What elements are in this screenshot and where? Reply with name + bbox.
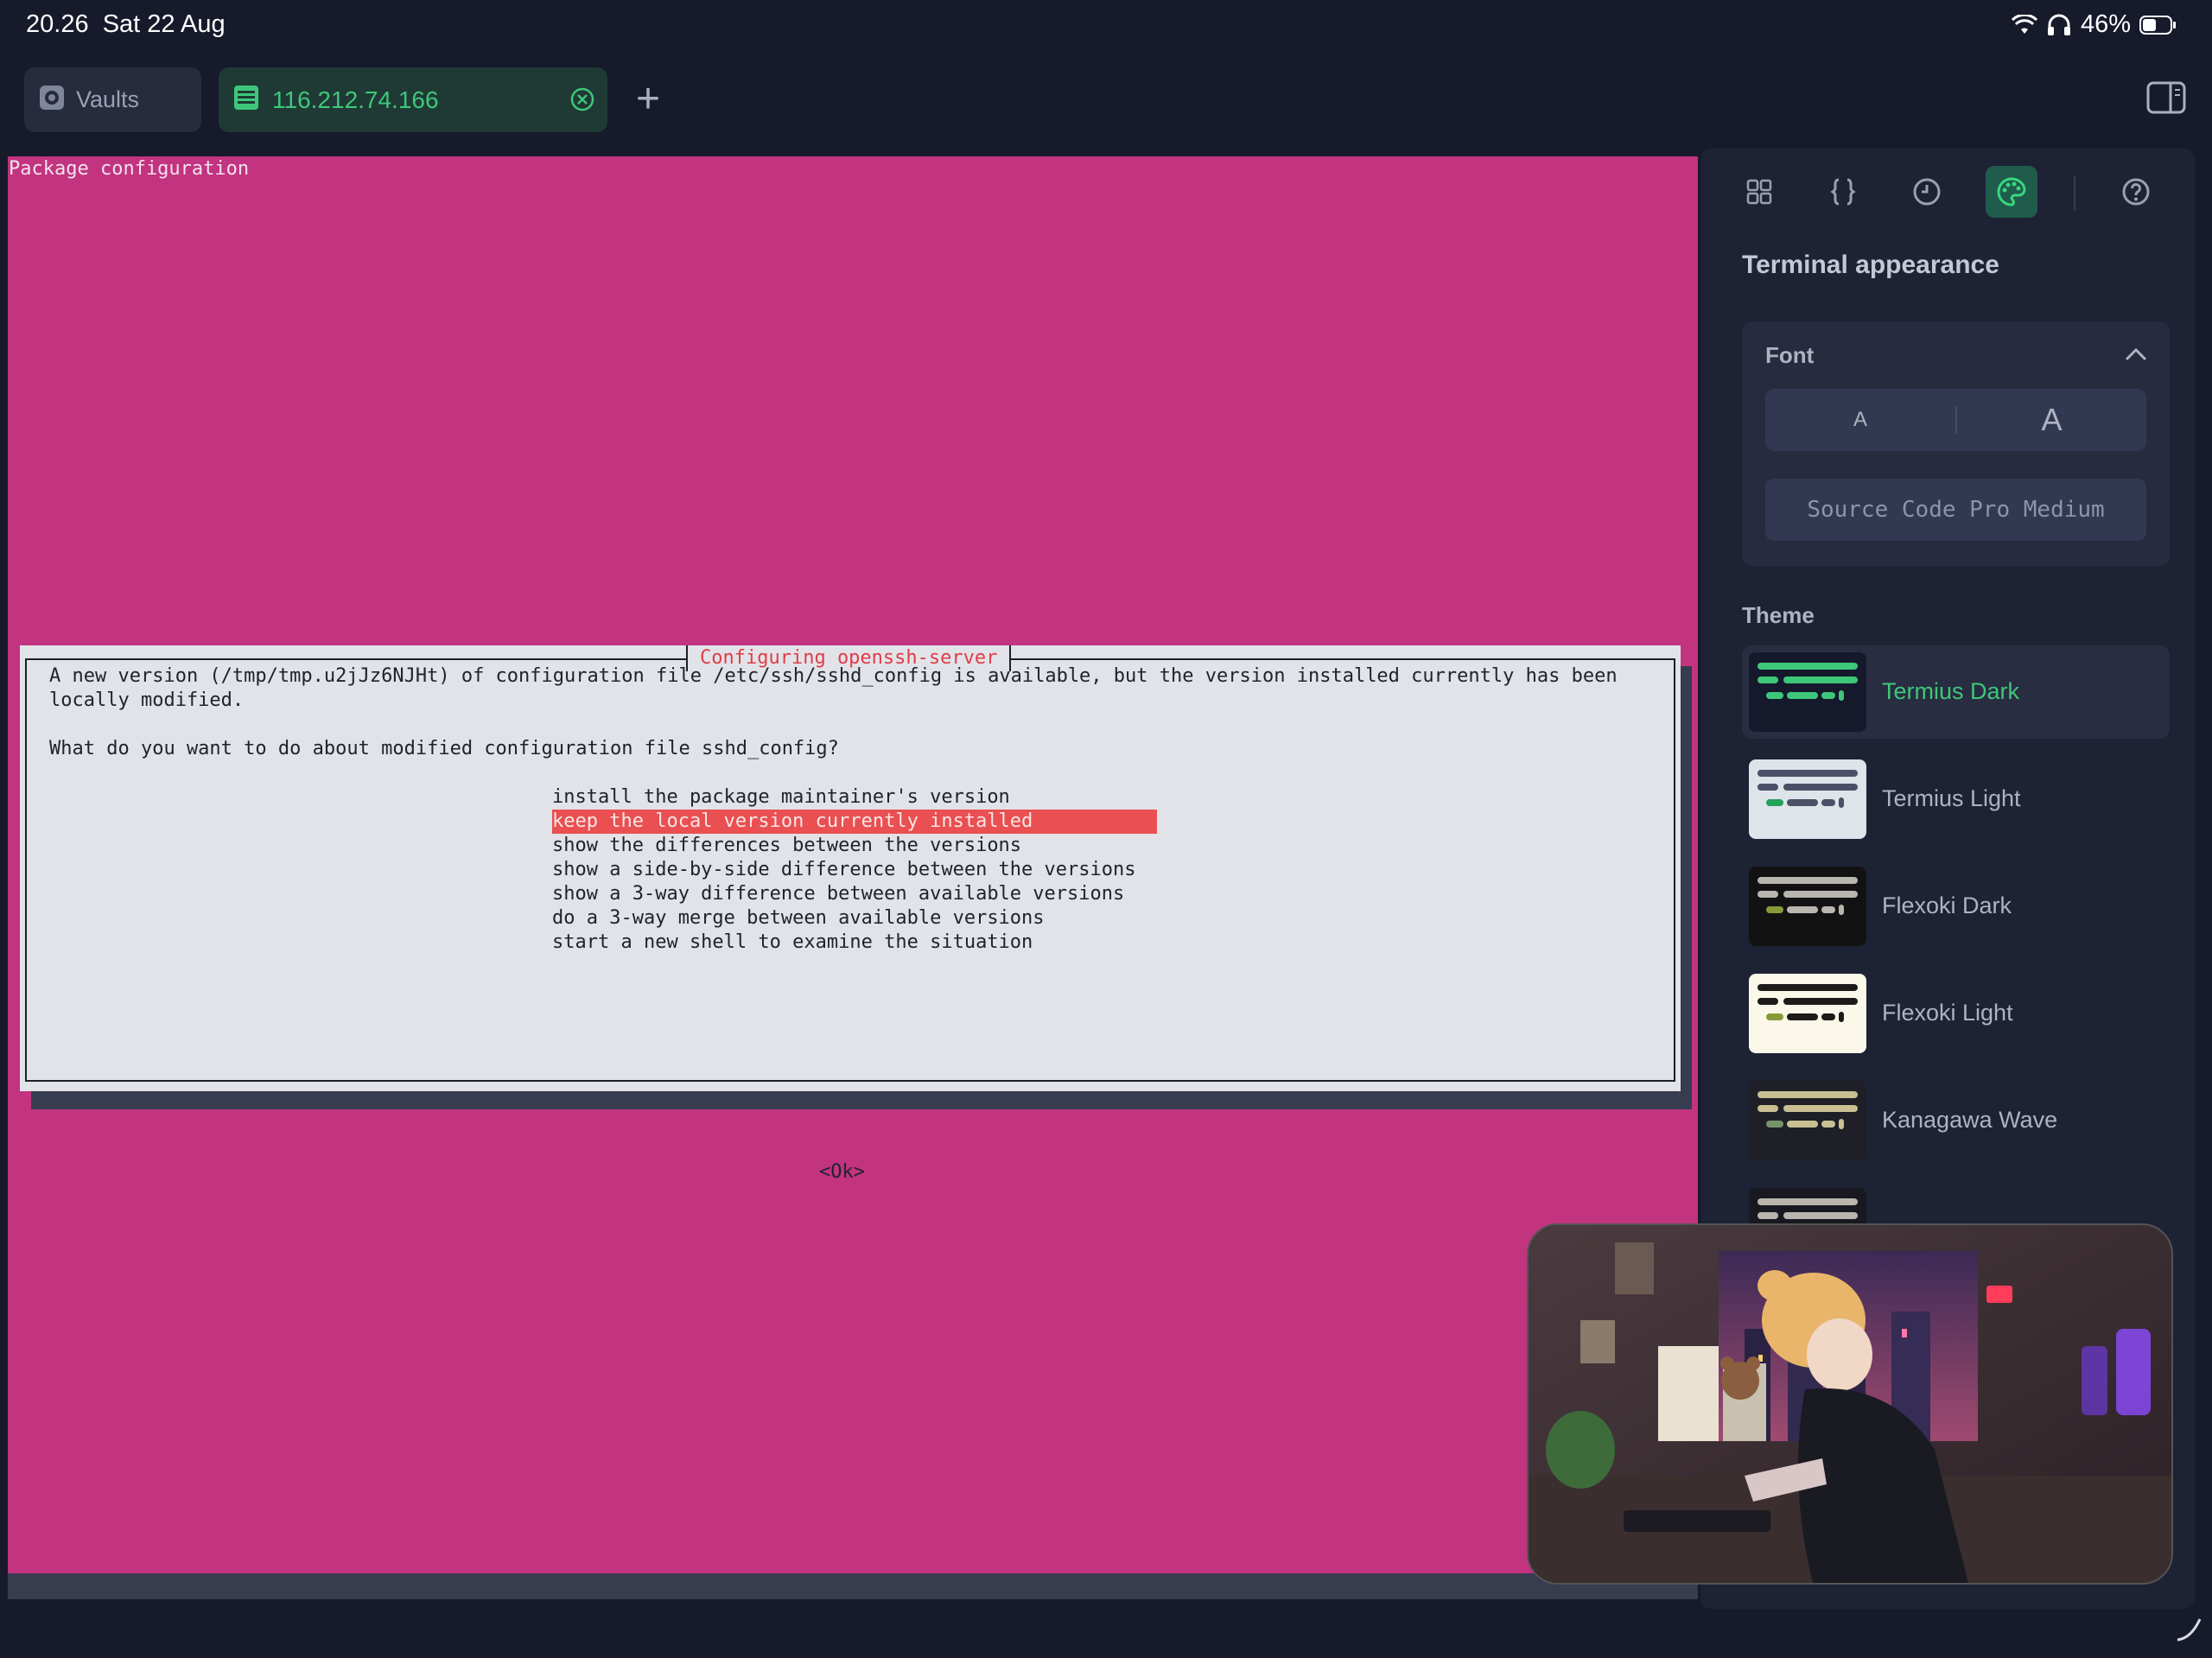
- theme-preview: [1749, 867, 1866, 946]
- tab-vaults[interactable]: Vaults: [24, 67, 201, 132]
- server-icon: [232, 84, 260, 116]
- picture-in-picture-video[interactable]: [1527, 1223, 2173, 1585]
- option-side-by-side[interactable]: show a side-by-side difference between t…: [552, 858, 1136, 882]
- option-new-shell[interactable]: start a new shell to examine the situati…: [552, 931, 1033, 955]
- dialog-message-line2: locally modified.: [49, 689, 245, 711]
- option-install-maintainer[interactable]: install the package maintainer's version: [552, 785, 1010, 810]
- option-3way-merge[interactable]: do a 3-way merge between available versi…: [552, 906, 1045, 931]
- theme-name: Termius Light: [1882, 785, 2021, 811]
- battery-icon: [2139, 15, 2177, 35]
- chevron-up-icon[interactable]: [2125, 347, 2147, 365]
- option-keep-local[interactable]: keep the local version currently install…: [552, 810, 1157, 834]
- snippets-grid-icon[interactable]: [1733, 166, 1785, 218]
- tab-vaults-label: Vaults: [76, 86, 140, 112]
- home-indicator-icon: [2174, 1614, 2203, 1648]
- sidebar-toggle-icon[interactable]: [2146, 81, 2186, 118]
- status-right: 46%: [2011, 10, 2177, 39]
- theme-name: Flexoki Dark: [1882, 893, 2012, 918]
- font-family-selector[interactable]: Source Code Pro Medium: [1765, 479, 2146, 541]
- theme-preview: [1749, 652, 1866, 732]
- theme-section-label: Theme: [1742, 602, 1815, 628]
- theme-preview: [1749, 974, 1866, 1053]
- font-section: Font A A Source Code Pro Medium: [1742, 321, 2170, 566]
- terminal[interactable]: Package configuration Configuring openss…: [8, 156, 1698, 1573]
- status-bar: 20.26 Sat 22 Aug 46%: [0, 0, 2212, 52]
- theme-flexoki-dark[interactable]: Flexoki Dark: [1742, 860, 2170, 953]
- theme-preview: [1749, 1081, 1866, 1160]
- option-show-diff[interactable]: show the differences between the version…: [552, 834, 1021, 858]
- theme-preview: [1749, 1188, 1866, 1224]
- close-tab-icon[interactable]: [569, 86, 595, 117]
- theme-termius-dark[interactable]: Termius Dark: [1742, 645, 2170, 739]
- font-section-label: Font: [1765, 342, 1815, 368]
- history-clock-icon[interactable]: [1901, 166, 1953, 218]
- theme-name: Termius Dark: [1882, 678, 2020, 704]
- add-tab-button[interactable]: +: [631, 78, 665, 121]
- panel-title: Terminal appearance: [1742, 251, 1999, 279]
- tab-host[interactable]: 116.212.74.166: [219, 67, 607, 132]
- theme-termius-light[interactable]: Termius Light: [1742, 753, 2170, 846]
- dialog-question: What do you want to do about modified co…: [49, 738, 839, 759]
- terminal-title: Package configuration: [9, 158, 250, 180]
- font-size-control: A A: [1765, 389, 2146, 451]
- dialog-message-line1: A new version (/tmp/tmp.u2jJz6NJHt) of c…: [49, 665, 1618, 687]
- theme-preview: [1749, 759, 1866, 839]
- battery-percent: 46%: [2080, 10, 2131, 38]
- theme-kanagawa-wave[interactable]: Kanagawa Wave: [1742, 1074, 2170, 1167]
- decrease-font-size-button[interactable]: A: [1765, 389, 1955, 451]
- config-dialog: Configuring openssh-server A new version…: [20, 645, 1681, 1183]
- theme-name: Flexoki Light: [1882, 1000, 2013, 1026]
- panel-icon-divider: [2074, 176, 2075, 211]
- help-icon[interactable]: [2110, 166, 2162, 218]
- theme-name: Kanagawa Wave: [1882, 1107, 2058, 1133]
- palette-icon[interactable]: [1986, 166, 2037, 218]
- status-time: 20.26 Sat 22 Aug: [26, 10, 226, 38]
- ok-button[interactable]: <Ok>: [819, 1160, 865, 1185]
- theme-flexoki-light[interactable]: Flexoki Light: [1742, 967, 2170, 1060]
- increase-font-size-button[interactable]: A: [1957, 389, 2146, 451]
- lofi-room-illustration: [1529, 1225, 2171, 1583]
- tab-host-label: 116.212.74.166: [272, 86, 439, 113]
- terminal-bottom-bar: [8, 1573, 1698, 1599]
- vault-icon: [38, 84, 66, 116]
- theme-partial[interactable]: [1742, 1181, 2170, 1224]
- option-3way-diff[interactable]: show a 3-way difference between availabl…: [552, 882, 1124, 906]
- braces-icon[interactable]: [1817, 166, 1869, 218]
- headphones-icon: [2046, 14, 2072, 36]
- wifi-icon: [2011, 14, 2037, 35]
